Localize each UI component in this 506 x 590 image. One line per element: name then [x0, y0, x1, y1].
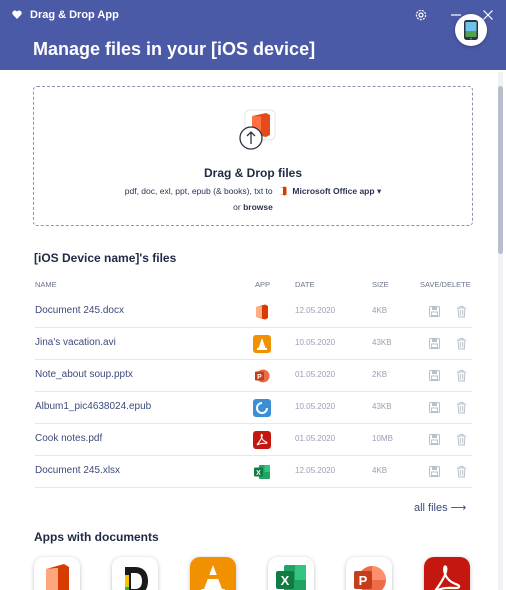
excel-icon: X [276, 565, 306, 590]
file-date: 12.05.2020 [295, 466, 336, 475]
trash-icon[interactable] [456, 305, 467, 318]
office-icon [256, 304, 268, 320]
file-date: 10.05.2020 [295, 402, 336, 411]
file-size: 43KB [372, 338, 392, 347]
trash-icon[interactable] [456, 369, 467, 382]
column-actions: SAVE/DELETE [420, 280, 471, 289]
file-date: 01.05.2020 [295, 370, 336, 379]
file-size: 4KB [372, 306, 388, 315]
document-reader-icon [125, 567, 148, 590]
file-date: 10.05.2020 [295, 338, 336, 347]
trash-icon[interactable] [456, 337, 467, 350]
file-name[interactable]: Jina's vacation.avi [35, 337, 116, 348]
gear-icon[interactable] [411, 5, 431, 25]
file-name[interactable]: Document 245.docx [35, 305, 124, 316]
dropzone-or: or [233, 202, 241, 212]
column-size: SIZE [372, 280, 389, 289]
browse-link[interactable]: browse [243, 202, 273, 212]
app-title: Drag & Drop App [30, 9, 119, 21]
drop-zone[interactable]: Drag & Drop files pdf, doc, exl, ppt, ep… [33, 86, 473, 226]
scrollbar-thumb[interactable] [498, 86, 503, 254]
powerpoint-icon: P [255, 369, 270, 383]
svg-text:P: P [359, 573, 368, 588]
vlc-icon [253, 335, 271, 353]
page-title: Manage files in your [iOS device] [33, 39, 316, 59]
file-size: 43KB [372, 402, 392, 411]
dropzone-browse-line: or browse [34, 202, 472, 212]
office-icon [46, 564, 69, 590]
file-size: 2KB [372, 370, 388, 379]
table-row[interactable]: Cook notes.pdf 01.05.2020 10MB [35, 424, 472, 456]
trash-icon[interactable] [456, 401, 467, 414]
file-date: 12.05.2020 [295, 306, 336, 315]
file-date: 01.05.2020 [295, 434, 336, 443]
file-size: 4KB [372, 466, 388, 475]
svg-text:P: P [257, 374, 262, 381]
table-row[interactable]: Document 245.docx 12.05.2020 4KB [35, 296, 472, 328]
app-tile-acrobat[interactable] [424, 557, 470, 590]
heart-icon [4, 8, 30, 22]
table-row[interactable]: Jina's vacation.avi 10.05.2020 43KB [35, 328, 472, 360]
svg-text:X: X [281, 573, 290, 588]
file-name[interactable]: Note_about soup.pptx [35, 369, 133, 380]
table-row[interactable]: Document 245.xlsx X 12.05.2020 4KB [35, 456, 472, 488]
phone-icon [464, 20, 478, 40]
powerpoint-icon: P [354, 566, 386, 590]
save-icon[interactable] [429, 370, 440, 381]
save-icon[interactable] [429, 306, 440, 317]
file-name[interactable]: Cook notes.pdf [35, 433, 102, 444]
save-icon[interactable] [429, 402, 440, 413]
app-tile-vlc[interactable] [190, 557, 236, 590]
app-tile-powerpoint[interactable]: P [346, 557, 392, 590]
column-name: NAME [35, 280, 57, 289]
acrobat-icon [253, 431, 271, 449]
file-name[interactable]: Album1_pic4638024.epub [35, 401, 151, 412]
page-header: Manage files in your [iOS device] [0, 30, 506, 70]
reader-icon [253, 399, 271, 417]
title-bar: Drag & Drop App [0, 0, 506, 30]
caret-down-icon[interactable]: ▾ [377, 186, 381, 196]
column-app: APP [255, 280, 271, 289]
apps-section-title: Apps with documents [34, 530, 159, 544]
app-tile-documents[interactable] [112, 557, 158, 590]
app-tile-office[interactable] [34, 557, 80, 590]
trash-icon[interactable] [456, 465, 467, 478]
files-table-header: NAME APP DATE SIZE SAVE/DELETE [35, 280, 472, 292]
save-icon[interactable] [429, 466, 440, 477]
acrobat-icon [434, 565, 461, 590]
table-row[interactable]: Note_about soup.pptx P 01.05.2020 2KB [35, 360, 472, 392]
upload-office-icon [239, 109, 276, 150]
column-date: DATE [295, 280, 315, 289]
app-tile-excel[interactable]: X [268, 557, 314, 590]
file-name[interactable]: Document 245.xlsx [35, 465, 120, 476]
save-icon[interactable] [429, 338, 440, 349]
files-section-title: [iOS Device name]'s files [34, 251, 177, 265]
table-row[interactable]: Album1_pic4638024.epub 10.05.2020 43KB [35, 392, 472, 424]
all-files-link[interactable]: all files ⟶ [414, 501, 466, 514]
file-size: 10MB [372, 434, 393, 443]
target-app-dropdown[interactable]: Microsoft Office app [292, 186, 374, 196]
vlc-icon [201, 565, 225, 590]
device-button[interactable] [455, 14, 487, 46]
trash-icon[interactable] [456, 433, 467, 446]
dropzone-title: Drag & Drop files [203, 166, 302, 180]
dropzone-formats: pdf, doc, exl, ppt, epub (& books), txt … [124, 186, 273, 196]
office-icon [279, 186, 287, 196]
dropzone-formats-line: pdf, doc, exl, ppt, epub (& books), txt … [34, 186, 472, 197]
save-icon[interactable] [429, 434, 440, 445]
svg-text:X: X [256, 470, 261, 477]
excel-icon: X [254, 465, 270, 479]
